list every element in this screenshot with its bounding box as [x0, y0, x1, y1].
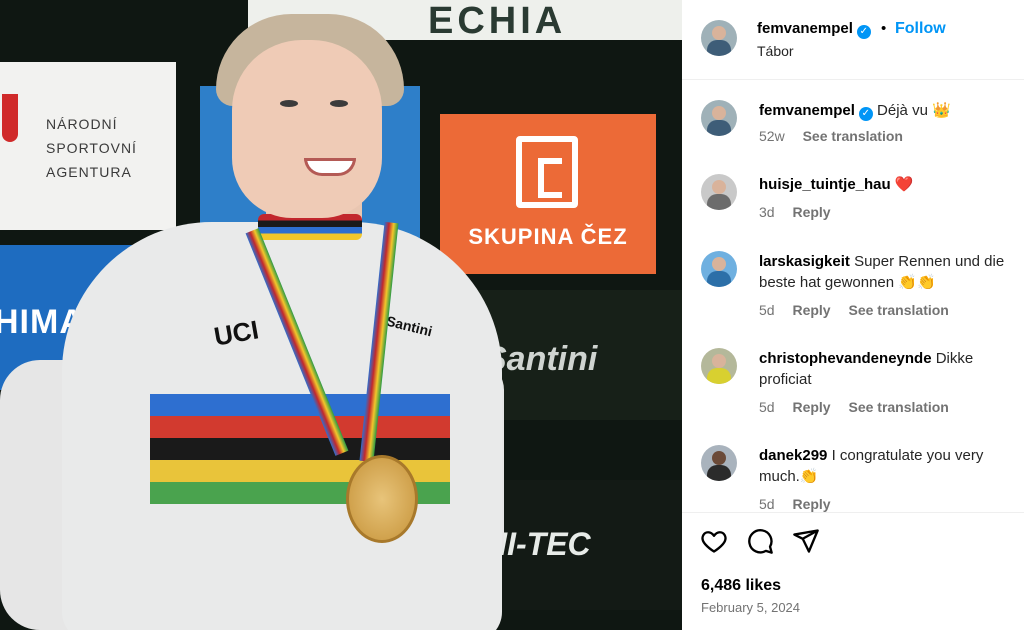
reply-button[interactable]: Reply [792, 302, 830, 318]
backdrop-banner-nsa: NÁRODNÍ SPORTOVNÍ AGENTURA [0, 62, 176, 230]
see-translation-button[interactable]: See translation [848, 302, 948, 318]
post-image[interactable]: ECHIA NÁRODNÍ SPORTOVNÍ AGENTURA SKUPINA… [0, 0, 682, 630]
avatar[interactable] [701, 20, 737, 56]
caption-time[interactable]: 52w [759, 128, 785, 144]
cez-logo-icon [516, 136, 578, 208]
verified-badge-icon: ✓ [856, 25, 871, 39]
post-location[interactable]: Tábor [757, 43, 794, 59]
comment-username[interactable]: larskasigkeit [759, 253, 850, 270]
verified-badge-icon: ✓ [858, 107, 873, 121]
paper-plane-icon[interactable] [792, 527, 820, 555]
see-translation-button[interactable]: See translation [848, 399, 948, 415]
follow-button[interactable]: Follow [895, 20, 946, 38]
backdrop-banner-cez: SKUPINA ČEZ [440, 114, 656, 274]
post-date[interactable]: February 5, 2024 [701, 600, 800, 615]
reply-button[interactable]: Reply [792, 204, 830, 220]
reply-button[interactable]: Reply [792, 496, 830, 512]
post-header: femvanempel ✓ • Follow Tábor [682, 0, 1024, 80]
comment-username[interactable]: danek299 [759, 447, 827, 464]
rider-eye-right [330, 100, 348, 107]
avatar[interactable] [701, 348, 737, 384]
comment-time[interactable]: 5d [759, 302, 775, 318]
heart-outline-icon[interactable] [700, 527, 728, 555]
reply-button[interactable]: Reply [792, 399, 830, 415]
comment-time[interactable]: 5d [759, 399, 775, 415]
caption-text: Déjà vu 👑 [877, 102, 951, 119]
gold-medal [346, 455, 418, 543]
avatar[interactable] [701, 174, 737, 210]
comment-time[interactable]: 5d [759, 496, 775, 512]
post-side-panel: femvanempel ✓ • Follow Tábor femvanempel ✓… [682, 0, 1024, 630]
caption-username[interactable]: femvanempel [759, 102, 855, 119]
jersey-stripe-red [150, 416, 450, 438]
comment-username[interactable]: christophevandeneynde [759, 350, 932, 367]
heart-emoji: ❤️ [894, 176, 914, 193]
jersey-stripe-blue [150, 394, 450, 416]
avatar[interactable] [701, 251, 737, 287]
jersey-stripe-black [150, 438, 450, 460]
likes-count[interactable]: 6,486 likes [701, 577, 781, 595]
comment-username[interactable]: huisje_tuintje_hau [759, 176, 891, 193]
comment-bubble-icon[interactable] [746, 527, 774, 555]
post-actions: 6,486 likes February 5, 2024 [682, 512, 1024, 630]
avatar[interactable] [701, 100, 737, 136]
separator-dot: • [881, 20, 887, 37]
see-translation-button[interactable]: See translation [803, 128, 903, 144]
shield-icon [2, 94, 18, 142]
rider-face [232, 40, 382, 218]
author-username[interactable]: femvanempel ✓ [757, 20, 871, 39]
avatar[interactable] [701, 445, 737, 481]
comment-time[interactable]: 3d [759, 204, 775, 220]
rider-eye-left [280, 100, 298, 107]
